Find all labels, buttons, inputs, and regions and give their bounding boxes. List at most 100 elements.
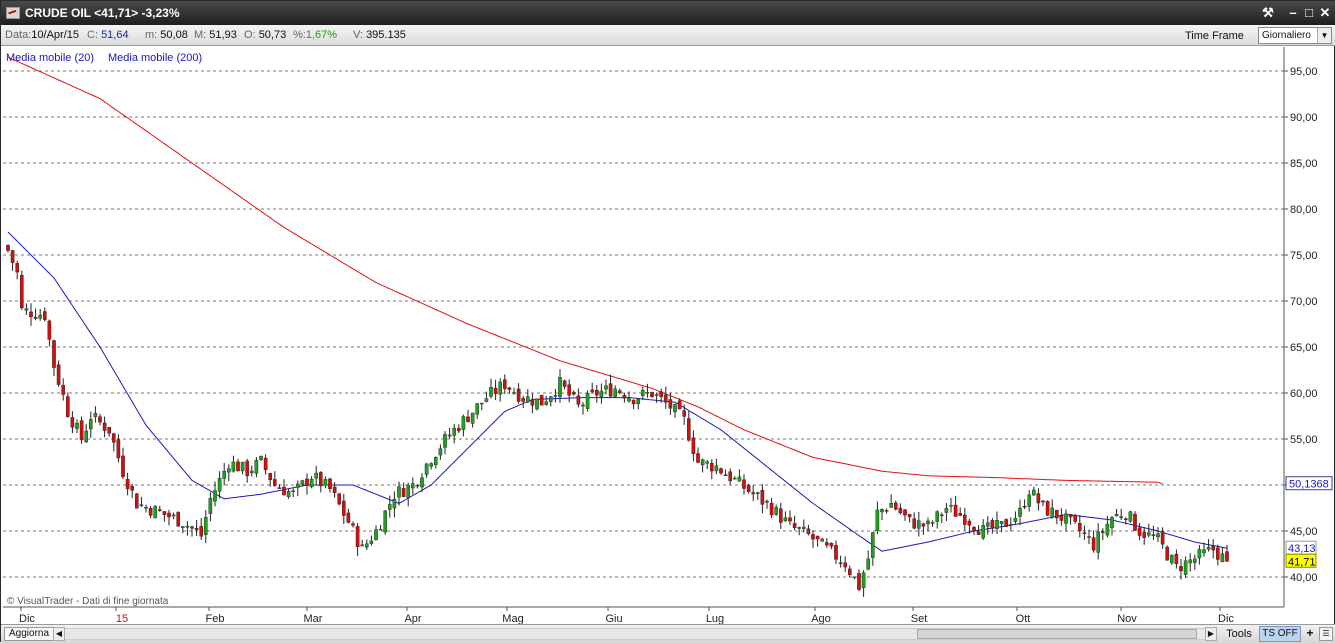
candle-down [687,418,691,441]
candle-down [6,245,10,251]
candle-down [20,275,24,309]
candle-up [852,576,857,578]
candle-up [424,463,429,475]
candle-up [217,477,222,492]
x-axis: Dic 15 Feb Mar Apr Mag Giu Lug Ago Set Ott Nov Dic [19,607,1234,624]
candle-up [981,525,985,539]
candle-down [710,463,714,472]
candle-down [677,400,682,410]
scroll-right-icon[interactable]: ▶ [1205,627,1217,641]
candle-up [231,461,236,472]
candle-up [917,520,921,529]
candle-down [829,543,834,547]
candle-down [29,311,33,318]
candle-up [93,412,98,417]
candle-down [111,433,116,443]
price-chart[interactable]: 95,00 90,00 85,00 80,00 75,00 70,00 65,00 60,00… [1,46,1335,624]
candle-up [1114,514,1119,517]
candle-up [420,477,424,488]
candle-down [351,523,355,526]
candle-down [907,514,912,518]
candle-up [314,472,319,479]
candle-up [397,486,401,498]
ohlc-info-bar: Data:10/Apr/15 C: 51,64 m: 50,08 M: 51,9… [1,25,1335,46]
candle-down [756,492,760,494]
candle-up [1110,517,1114,528]
candle-up [240,461,245,472]
candle-up [1064,513,1068,524]
candle-down [134,493,139,509]
candle-up [323,479,328,486]
candle-up [249,470,254,474]
x-tick-label: Ott [1016,613,1031,624]
scroll-left-icon[interactable]: ◀ [53,627,65,641]
legend-ma200[interactable]: Media mobile (200) [108,52,202,64]
candle-down [825,542,829,546]
candle-up [544,401,548,405]
candle-down [148,508,153,516]
close-icon[interactable]: ✕ [1316,4,1334,22]
chevron-down-icon[interactable]: ▼ [1317,28,1331,43]
add-button[interactable]: + [1303,627,1317,641]
candle-up [38,314,42,319]
candle-down [125,479,130,490]
candle-down [130,486,135,491]
tools-icon[interactable]: ⚒ [1259,4,1277,22]
candle-up [512,392,516,394]
candle-up [180,526,185,528]
candle-down [1151,534,1156,536]
time-scrollbar[interactable] [65,628,1213,640]
candle-down [52,340,56,368]
candle-up [700,459,705,466]
candle-up [1018,507,1022,517]
candle-down [834,545,838,560]
candle-up [1156,533,1160,538]
candle-down [190,526,194,529]
candle-up [378,528,383,531]
candle-down [1091,537,1096,551]
candle-down [61,385,65,395]
refresh-button[interactable]: Aggiorna [4,627,55,641]
candle-down [806,528,811,534]
candle-down [1077,523,1082,532]
candle-down [199,526,204,537]
candle-up [1202,549,1206,554]
last-price-text: 41,71 [1288,556,1316,568]
title-bar[interactable]: CRUDE OIL <41,71> -3,23% ⚒ – □ ✕ [1,1,1335,25]
candle-up [291,490,296,492]
scrollbar-thumb[interactable] [917,629,1197,639]
candle-down [728,471,732,482]
candle-down [273,479,277,486]
open-readout: O: 50,73 [244,29,287,41]
candle-down [1068,513,1073,518]
x-tick-label: Lug [706,613,724,624]
candle-down [903,509,907,516]
candle-down [723,474,728,476]
candle-down [1174,553,1179,565]
candle-down [769,502,774,516]
candle-up [360,544,365,547]
menu-icon[interactable]: ☰ [1319,627,1333,641]
candle-down [466,416,470,423]
candle-down [516,388,521,402]
candle-down [157,509,162,511]
candle-down [668,399,673,409]
candle-up [866,558,870,570]
tools-button[interactable]: Tools [1221,627,1257,641]
candle-down [1073,514,1077,522]
candle-up [581,404,585,407]
candle-up [434,457,438,466]
ts-off-button[interactable]: TS OFF [1259,626,1301,642]
y-tick-label: 75,00 [1290,250,1318,262]
timeframe-select[interactable]: Giornaliero ▼ [1258,27,1332,44]
candle-up [392,498,397,509]
legend-ma20[interactable]: Media mobile (20) [6,52,94,64]
candle-down [305,478,309,486]
candle-up [388,504,392,510]
candle-up [526,396,530,403]
candle-up [309,478,314,488]
candle-up [88,419,93,430]
candle-down [56,364,61,385]
candle-up [871,532,875,558]
y-tick-label: 70,00 [1290,296,1318,308]
